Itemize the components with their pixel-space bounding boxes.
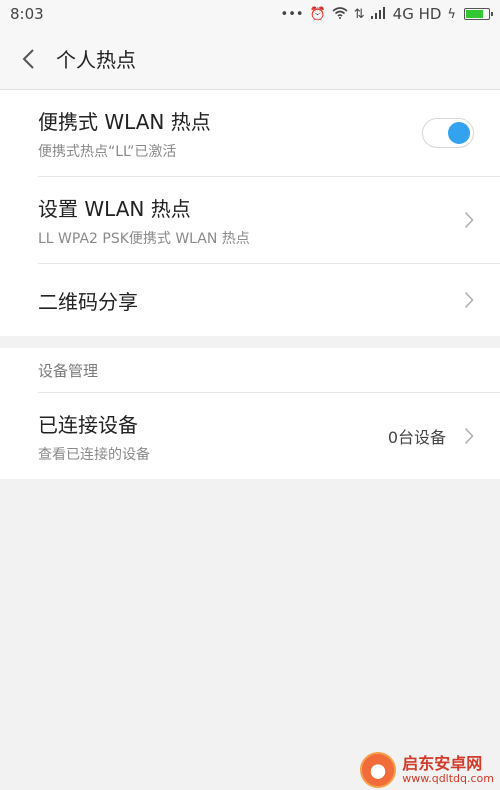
page-title: 个人热点: [56, 48, 136, 72]
status-time: 8:03: [10, 5, 44, 23]
status-indicators: ••• ⏰ ⇅ 4G HD ϟ: [280, 5, 493, 23]
watermark-logo-icon: [360, 752, 397, 788]
charging-bolt-icon: ϟ: [447, 6, 456, 22]
hotspot-settings-group: 便携式 WLAN 热点 便携式热点“LL”已激活 设置 WLAN 热点 LL W…: [0, 90, 500, 336]
status-bar: 8:03 ••• ⏰ ⇅ 4G HD ϟ: [0, 0, 500, 28]
toggle-knob: [448, 122, 470, 144]
portable-wlan-status: 便携式热点“LL”已激活: [38, 143, 177, 160]
setup-wlan-hotspot-row[interactable]: 设置 WLAN 热点 LL WPA2 PSK便携式 WLAN 热点: [0, 177, 500, 263]
data-arrows-icon: ⇅: [353, 6, 365, 22]
connected-devices-label: 已连接设备: [38, 412, 138, 437]
watermark-title: 启东安卓网: [402, 754, 483, 774]
chevron-right-icon: [464, 291, 474, 309]
hotspot-toggle[interactable]: [422, 118, 474, 148]
watermark-url: www.qdltdq.com: [402, 771, 494, 785]
connected-devices-sub: 查看已连接的设备: [38, 446, 150, 463]
chevron-right-icon: [464, 427, 474, 445]
portable-wlan-hotspot-row[interactable]: 便携式 WLAN 热点 便携式热点“LL”已激活: [0, 90, 500, 176]
section-header-device-management: 设备管理: [0, 348, 500, 392]
chevron-left-icon: [22, 48, 34, 69]
portable-wlan-label: 便携式 WLAN 热点: [38, 109, 211, 134]
qr-share-row[interactable]: 二维码分享: [0, 264, 500, 336]
top-bar: 个人热点: [0, 28, 500, 90]
connected-devices-row[interactable]: 已连接设备 查看已连接的设备 0台设备: [0, 393, 500, 479]
watermark: 启东安卓网 www.qdltdq.com: [360, 752, 494, 788]
setup-wlan-label: 设置 WLAN 热点: [38, 196, 191, 221]
back-button[interactable]: [0, 28, 56, 89]
more-dots-icon: •••: [280, 6, 304, 22]
chevron-right-icon: [464, 211, 474, 229]
alarm-icon: ⏰: [309, 6, 326, 22]
device-management-group: 设备管理 已连接设备 查看已连接的设备 0台设备: [0, 348, 500, 479]
qr-share-label: 二维码分享: [38, 289, 138, 314]
network-type: 4G HD: [392, 5, 442, 23]
connected-devices-count: 0台设备: [387, 428, 446, 447]
section-gap: [0, 336, 500, 348]
battery-icon: [464, 8, 493, 20]
signal-icon: [370, 6, 387, 22]
setup-wlan-details: LL WPA2 PSK便携式 WLAN 热点: [38, 230, 250, 247]
wifi-icon: [332, 6, 348, 22]
